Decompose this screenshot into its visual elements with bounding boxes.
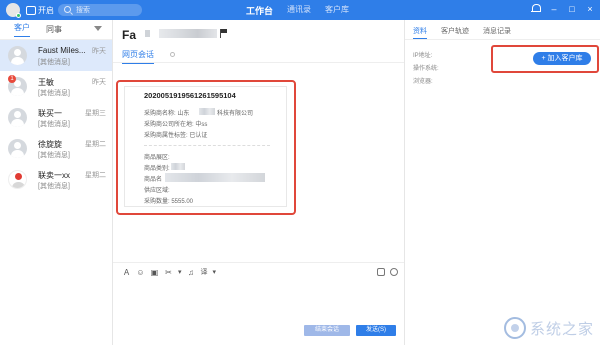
nav-customer-library[interactable]: 客户库: [325, 4, 349, 17]
chat-tabs: 网页会话: [113, 47, 404, 64]
unread-badge: 1: [8, 75, 16, 83]
send-button[interactable]: 发送(S): [356, 325, 396, 336]
online-status-dot: [16, 13, 21, 18]
editor-toolbar-right: [377, 268, 398, 276]
maximize-button[interactable]: □: [566, 3, 578, 15]
nav-contacts[interactable]: 通讯录: [287, 4, 311, 17]
purchase-quantity: 采购数量: 5555.00: [144, 199, 194, 205]
contact-last-message: [其他消息]: [38, 152, 70, 159]
buyer-attribute: 采购商属性标签: 已认证: [144, 133, 208, 139]
tab-colleagues[interactable]: 同事: [46, 24, 62, 35]
contact-time: 星期三: [85, 110, 106, 117]
contact-last-message: [其他消息]: [38, 183, 70, 190]
buyer-name-suffix: 科技有限公司: [217, 111, 254, 117]
screenshot-icon[interactable]: ✂: [164, 268, 173, 277]
order-number: 2020051919561261595104: [144, 91, 236, 100]
chat-status-icon: [26, 6, 36, 15]
os-label: 操作系统:: [413, 66, 439, 72]
contact-name: 王敏: [38, 78, 54, 87]
tab-customers[interactable]: 客户: [14, 22, 30, 37]
window-controls: – □ ×: [530, 3, 596, 15]
bell-icon[interactable]: [530, 3, 542, 15]
top-bar: 开启 搜索 工作台 通讯录 客户库 – □ ×: [0, 0, 600, 20]
translate-icon[interactable]: 译: [201, 268, 208, 277]
contact-time: 昨天: [92, 48, 106, 55]
blurred-text: [171, 163, 185, 170]
search-input[interactable]: 搜索: [58, 4, 142, 16]
contact-time: 星期二: [85, 172, 106, 179]
editor-toolbar: A ☺ ▣ ✂ ▾ ♫ 译 ▾: [122, 268, 216, 277]
blurred-title-text: [159, 29, 217, 38]
card-divider: [144, 145, 270, 146]
contact-sidebar: 客户 同事 Faust Miles... [其他消息] 昨天 1 王敏 [其他消…: [0, 20, 113, 345]
contact-item[interactable]: 联卖一xx [其他消息] 星期二: [0, 164, 112, 195]
minimize-button[interactable]: –: [548, 3, 560, 15]
sidebar-tabs: 客户 同事: [0, 20, 112, 40]
status-label: 开启: [38, 6, 54, 15]
chat-panel: Fa 网页会话 2020051919561261595104 采购商名称: 山东…: [113, 20, 404, 345]
tab-message-history[interactable]: 消息记录: [483, 26, 511, 39]
dropdown-icon[interactable]: ▾: [178, 268, 182, 277]
search-placeholder: 搜索: [76, 7, 90, 14]
contact-name: 联卖一xx: [38, 171, 70, 180]
history-icon[interactable]: [390, 268, 398, 276]
emoji-icon[interactable]: ☺: [136, 268, 145, 277]
chat-title: Fa: [122, 28, 137, 42]
contact-item[interactable]: 徐旋旋 [其他消息] 星期二: [0, 133, 112, 164]
avatar: [8, 170, 27, 189]
close-button[interactable]: ×: [584, 3, 596, 15]
panel-divider: [405, 39, 600, 40]
add-to-customer-library-button[interactable]: + 加入客户库: [533, 52, 591, 65]
contact-time: 星期二: [85, 141, 106, 148]
music-icon[interactable]: ♫: [187, 268, 196, 277]
ip-address-label: IP地址:: [413, 53, 433, 59]
product-section: 商品展区:: [144, 155, 170, 161]
tab-web-session[interactable]: 网页会话: [122, 49, 154, 64]
refresh-icon[interactable]: [170, 52, 175, 57]
order-card[interactable]: 2020051919561261595104 采购商名称: 山东 科技有限公司 …: [124, 86, 287, 207]
tab-profile[interactable]: 资料: [413, 26, 427, 39]
blurred-title-char: [145, 30, 150, 37]
watermark-text: 系统之家: [529, 319, 594, 338]
buyer-location: 采购商公司所在地: 中ss: [144, 122, 208, 128]
status-toggle[interactable]: 开启: [26, 5, 54, 16]
contact-item[interactable]: 1 王敏 [其他消息] 昨天: [0, 71, 112, 102]
contact-item[interactable]: 联买一 [其他消息] 星期三: [0, 102, 112, 133]
browser-label: 浏览器:: [413, 79, 433, 85]
contact-time: 昨天: [92, 79, 106, 86]
contact-item[interactable]: Faust Miles... [其他消息] 昨天: [0, 40, 112, 71]
contact-name: 徐旋旋: [38, 140, 62, 149]
avatar: [8, 139, 27, 158]
font-icon[interactable]: A: [122, 268, 131, 277]
blurred-text: [165, 173, 265, 182]
nav-workbench[interactable]: 工作台: [246, 4, 273, 17]
buyer-name-prefix: 采购商名称: 山东: [144, 111, 190, 117]
product-category: 商品类别:: [144, 166, 170, 172]
end-session-button[interactable]: 结束会话: [304, 325, 350, 336]
image-icon[interactable]: ▣: [150, 268, 159, 277]
quick-reply-icon[interactable]: [377, 268, 385, 276]
info-tabs: 资料 客户轨迹 消息记录: [405, 26, 511, 39]
dropdown-icon[interactable]: ▾: [213, 268, 217, 277]
avatar: [8, 108, 27, 127]
supply-area: 供应区域:: [144, 188, 170, 194]
blurred-text: [199, 108, 215, 115]
contact-last-message: [其他消息]: [38, 121, 70, 128]
contact-name: Faust Miles...: [38, 46, 86, 55]
watermark: 系统之家: [503, 317, 594, 339]
product-name: 商品名: [144, 177, 163, 183]
avatar: [8, 46, 27, 65]
search-icon: [64, 6, 71, 13]
filter-icon[interactable]: [94, 26, 102, 31]
tab-customer-track[interactable]: 客户轨迹: [441, 26, 469, 39]
contact-name: 联买一: [38, 109, 62, 118]
contact-last-message: [其他消息]: [38, 59, 70, 66]
top-nav: 工作台 通讯录 客户库: [246, 4, 349, 17]
flag-icon[interactable]: [220, 29, 228, 38]
contact-last-message: [其他消息]: [38, 90, 70, 97]
editor-divider: [113, 262, 404, 263]
customer-info-panel: 资料 客户轨迹 消息记录 IP地址: 操作系统: 浏览器: + 加入客户库: [404, 20, 600, 345]
watermark-logo-icon: [503, 317, 526, 339]
